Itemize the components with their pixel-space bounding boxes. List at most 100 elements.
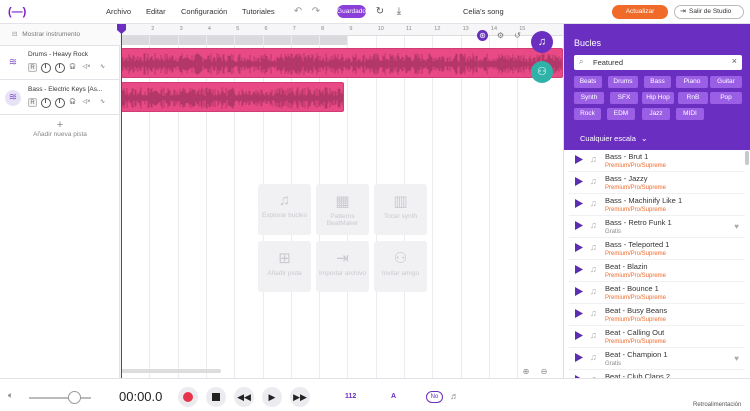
invite-friend-tile[interactable]: ⚇ Invitar amigo <box>374 241 427 292</box>
feedback-link[interactable]: Retroalimentación <box>693 402 741 408</box>
play-icon[interactable] <box>575 309 583 318</box>
effects-icon[interactable]: ∿ <box>98 98 107 107</box>
refresh-icon[interactable]: ↻ <box>374 6 386 18</box>
track-drums[interactable]: ≋ Drums - Heavy Rock R 🎧︎ ◁× ∿ <box>0 46 120 80</box>
speaker-icon[interactable]: 🔈︎ <box>8 390 13 401</box>
collab-mode-icon[interactable]: ⊛ <box>477 30 488 41</box>
filter-chip-synth[interactable]: Synth <box>574 92 604 104</box>
loop-list-item[interactable]: ♫ Bass - Retro Funk 1 Gratis ♥ <box>569 216 745 238</box>
filter-chip-midi[interactable]: MIDI <box>676 108 704 120</box>
loop-list-item[interactable]: ♫ Beat - Champion 1 Gratis ♥ <box>569 348 745 370</box>
metronome-toggle[interactable]: No <box>426 391 443 403</box>
loop-list-item[interactable]: ♫ Bass - Machinify Like 1 Premium/Pro/Supr… <box>569 194 745 216</box>
mute-icon[interactable]: ◁× <box>82 63 91 72</box>
filter-chip-sfx[interactable]: SFX <box>610 92 638 104</box>
loop-list-item[interactable]: ♫ Bass - Brut 1 Premium/Pro/Supreme <box>569 150 745 172</box>
menu-editar[interactable]: Editar <box>146 7 166 16</box>
loop-list-item[interactable]: ♫Beat - Club Claps 2 <box>569 370 745 378</box>
volume-knob[interactable] <box>41 63 51 73</box>
loop-list-item[interactable]: ♫ Bass - Jazzy Premium/Pro/Supreme <box>569 172 745 194</box>
loop-list-item[interactable]: ♫ Bass - Teleported 1 Premium/Pro/Supreme <box>569 238 745 260</box>
update-button[interactable]: Actualizar <box>612 5 668 19</box>
rewind-button[interactable]: ◀◀ <box>234 387 254 407</box>
loop-list-item[interactable]: ♫ Beat - Blazin Premium/Pro/Supreme <box>569 260 745 282</box>
pan-knob[interactable] <box>55 63 65 73</box>
show-instrument-button[interactable]: ⊟ Mostrar instrumento <box>0 24 120 46</box>
song-title[interactable]: Celia's song <box>463 7 504 16</box>
play-icon[interactable] <box>575 177 583 186</box>
play-icon[interactable] <box>575 331 583 340</box>
clear-search-icon[interactable]: × <box>732 56 737 66</box>
undo-icon[interactable]: ↶ <box>292 6 304 18</box>
timeline-scrollbar[interactable] <box>121 369 221 373</box>
filter-chip-rnb[interactable]: RnB <box>678 92 708 104</box>
filter-chip-rock[interactable]: Rock <box>574 108 601 120</box>
collaborators-button[interactable]: ⚇ <box>531 61 553 83</box>
import-file-tile[interactable]: ⇥ Importar archivo <box>316 241 369 292</box>
loops-browser-button[interactable]: ♫ <box>531 31 553 53</box>
add-track-tile[interactable]: ⊞ Añadir pista <box>258 241 311 292</box>
play-synth-tile[interactable]: ▥ Tocar synth <box>374 184 427 235</box>
filter-chip-guitar[interactable]: Guitar <box>710 76 742 88</box>
fast-forward-button[interactable]: ▶▶ <box>290 387 310 407</box>
play-icon[interactable] <box>575 353 583 362</box>
stop-button[interactable] <box>206 387 226 407</box>
filter-chip-pop[interactable]: Pop <box>710 92 742 104</box>
loop-toggle-icon[interactable]: ↺ <box>512 30 523 41</box>
download-icon[interactable]: ⤓ <box>393 6 405 18</box>
zoom-out-icon[interactable]: ⊖ <box>539 367 549 377</box>
playhead[interactable] <box>117 24 126 378</box>
menu-tutoriales[interactable]: Tutoriales <box>242 7 275 16</box>
key-display[interactable]: A <box>391 393 396 400</box>
menu-configuracion[interactable]: Configuración <box>181 7 227 16</box>
headphones-icon[interactable]: 🎧︎ <box>68 98 77 107</box>
record-arm-button[interactable]: R <box>28 98 37 107</box>
play-button[interactable]: ▶ <box>262 387 282 407</box>
favorite-heart-icon[interactable]: ♥ <box>734 354 739 363</box>
record-arm-button[interactable]: R <box>28 63 37 72</box>
settings-gear-icon[interactable]: ⚙ <box>495 30 506 41</box>
volume-knob[interactable] <box>41 98 51 108</box>
loop-list-item[interactable]: ♫ Beat - Busy Beans Premium/Pro/Supreme <box>569 304 745 326</box>
play-icon[interactable] <box>575 221 583 230</box>
play-icon[interactable] <box>575 287 583 296</box>
bandlab-logo[interactable]: (—) <box>8 5 26 19</box>
scale-select[interactable]: Cualquier escala ⌄ <box>580 134 648 143</box>
add-track-button[interactable]: + Añadir nueva pista <box>0 116 120 146</box>
effects-icon[interactable]: ∿ <box>98 63 107 72</box>
filter-chip-hip-hop[interactable]: Hip Hop <box>642 92 674 104</box>
filter-chip-jazz[interactable]: Jazz <box>642 108 670 120</box>
redo-icon[interactable]: ↷ <box>310 6 322 18</box>
beatmaker-tile[interactable]: ▦ Patterns BeatMaker <box>316 184 369 235</box>
pan-knob[interactable] <box>55 98 65 108</box>
loop-list-item[interactable]: ♫ Beat - Calling Out Premium/Pro/Supreme <box>569 326 745 348</box>
metronome-icon[interactable]: ♬ <box>450 391 459 401</box>
filter-chip-piano[interactable]: Piano <box>676 76 708 88</box>
loop-list-item[interactable]: ♫ Beat - Bounce 1 Premium/Pro/Supreme <box>569 282 745 304</box>
play-icon[interactable] <box>575 243 583 252</box>
play-icon[interactable] <box>575 265 583 274</box>
headphones-icon[interactable]: 🎧︎ <box>68 63 77 72</box>
track-name[interactable]: Drums - Heavy Rock <box>28 51 118 58</box>
filter-chip-beats[interactable]: Beats <box>574 76 602 88</box>
filter-chip-bass[interactable]: Bass <box>644 76 671 88</box>
record-button[interactable] <box>178 387 198 407</box>
track-bass[interactable]: ≋ Bass - Electric Keys [As... R 🎧︎ ◁× ∿ <box>0 81 120 115</box>
track-name[interactable]: Bass - Electric Keys [As... <box>28 86 118 93</box>
play-icon[interactable] <box>575 155 583 164</box>
master-volume-handle[interactable] <box>68 391 81 404</box>
clip-drums[interactable] <box>121 48 563 78</box>
saved-badge[interactable]: Guardado <box>337 5 366 18</box>
mute-icon[interactable]: ◁× <box>82 98 91 107</box>
filter-chip-edm[interactable]: EDM <box>607 108 635 120</box>
exit-studio-button[interactable]: ⇥ Salir de Studio <box>674 5 744 19</box>
loops-search-input[interactable] <box>593 57 723 68</box>
zoom-in-icon[interactable]: ⊕ <box>521 367 531 377</box>
favorite-heart-icon[interactable]: ♥ <box>734 222 739 231</box>
play-icon[interactable] <box>575 199 583 208</box>
master-volume-slider[interactable] <box>29 397 91 399</box>
timeline[interactable]: 123456789101112131415 ♫ Explorar bucles … <box>117 24 563 378</box>
loop-list[interactable]: ♫ Bass - Brut 1 Premium/Pro/Supreme ♫ Bass -… <box>569 150 745 378</box>
loops-search[interactable]: ⌕ × <box>574 55 742 70</box>
clip-bass[interactable] <box>121 82 344 112</box>
